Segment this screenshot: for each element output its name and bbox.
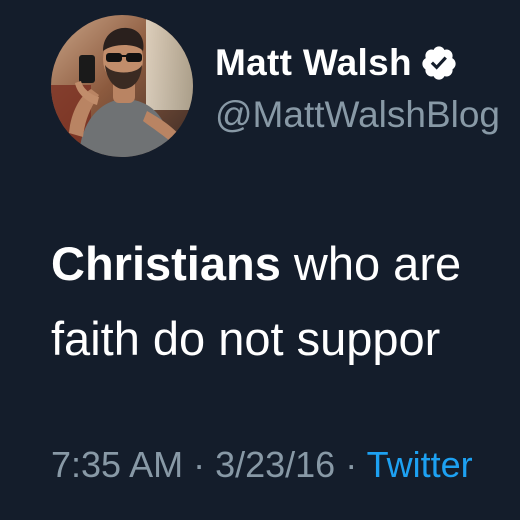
meta-separator: ·: [335, 444, 367, 485]
meta-separator: ·: [183, 444, 216, 485]
tweet-time[interactable]: 7:35 AM: [51, 444, 183, 485]
avatar-photo: [51, 15, 193, 157]
tweet-text-line-2: faith do not suppor: [51, 312, 441, 365]
display-name[interactable]: Matt Walsh: [215, 42, 412, 84]
tweet-source-link[interactable]: Twitter: [367, 444, 473, 485]
name-row: Matt Walsh: [215, 40, 458, 86]
tweet-text-bold: Christians: [51, 237, 281, 290]
user-handle[interactable]: @MattWalshBlog: [215, 92, 500, 138]
tweet-meta: 7:35 AM · 3/23/16 · Twitter: [51, 440, 473, 490]
tweet-text: Christians who are faith do not suppor: [51, 226, 461, 376]
verified-badge-icon: [420, 44, 458, 82]
tweet-text-line-1-rest: who are: [280, 237, 462, 290]
tweet-date[interactable]: 3/23/16: [215, 444, 335, 485]
avatar[interactable]: [51, 15, 193, 157]
tweet-card: Matt Walsh @MattWalshBlog Christians who…: [0, 0, 520, 520]
tweet-text-line-1: Christians who are: [51, 226, 461, 301]
